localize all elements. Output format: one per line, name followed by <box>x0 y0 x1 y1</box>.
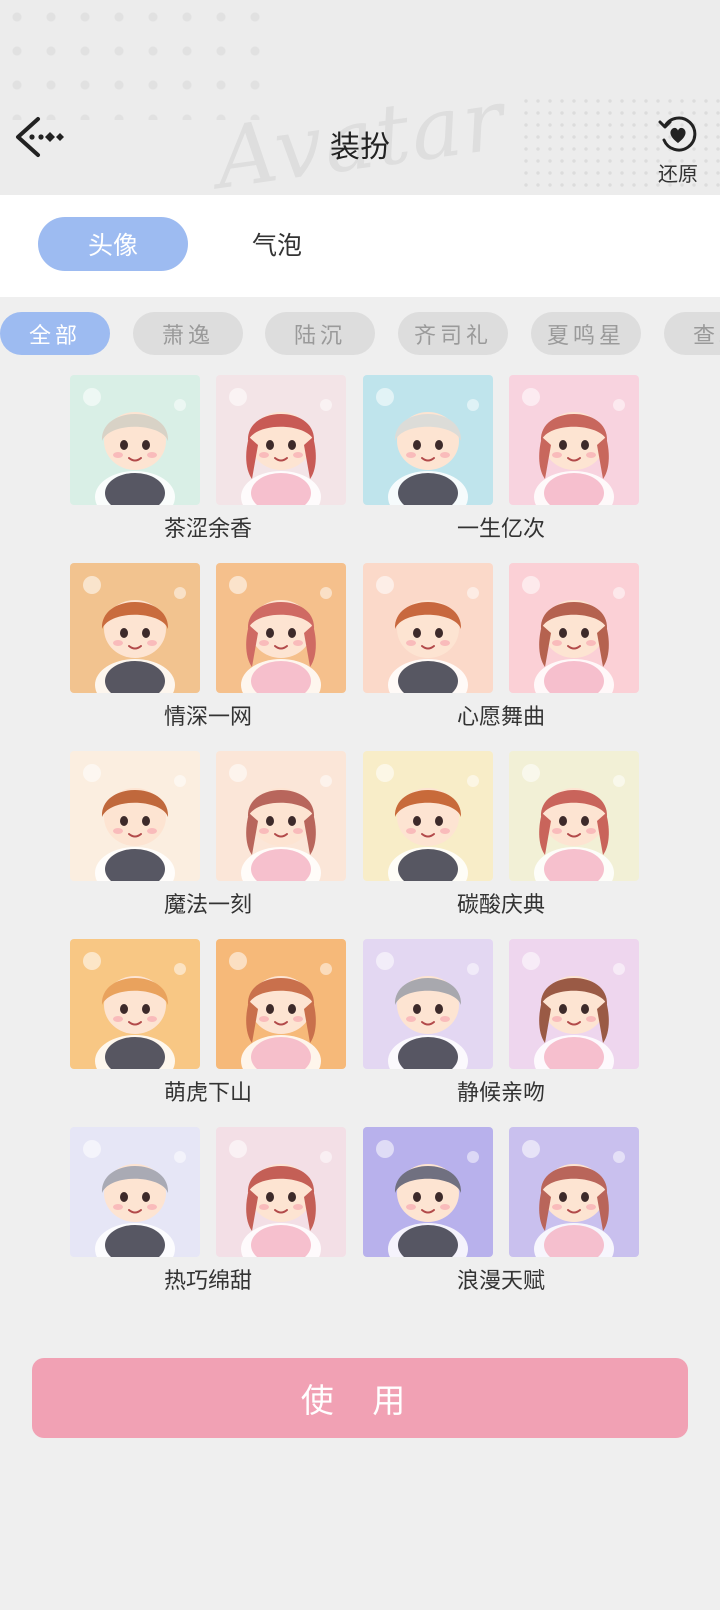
chibi-avatar-illustration <box>509 375 639 505</box>
avatar-thumbnail-male[interactable] <box>70 751 200 881</box>
chibi-avatar-illustration <box>216 563 346 693</box>
chibi-avatar-illustration <box>363 939 493 1069</box>
avatar-thumbnail-female[interactable] <box>509 939 639 1069</box>
chip-xiaoyi[interactable]: 萧逸 <box>133 312 243 355</box>
use-button[interactable]: 使 用 <box>32 1358 688 1438</box>
chibi-avatar-illustration <box>509 563 639 693</box>
chibi-avatar-illustration <box>70 1127 200 1257</box>
avatar-thumbnail-female[interactable] <box>216 751 346 881</box>
avatar-set-item[interactable]: 热巧绵甜 <box>70 1127 360 1302</box>
avatar-set-name: 碳酸庆典 <box>456 893 545 918</box>
avatar-set-item[interactable]: 情深一网 <box>70 563 360 738</box>
avatar-set-name: 心愿舞曲 <box>456 705 545 730</box>
chibi-avatar-illustration <box>70 751 200 881</box>
avatar-thumbnail-female[interactable] <box>509 1127 639 1257</box>
avatar-set-name: 情深一网 <box>163 705 252 730</box>
avatar-thumbnail-female[interactable] <box>509 375 639 505</box>
tab-bubble[interactable]: 气泡 <box>202 217 352 271</box>
chibi-avatar-illustration <box>216 375 346 505</box>
main-tab-bar: 头像 气泡 <box>0 195 720 297</box>
chibi-avatar-illustration <box>70 375 200 505</box>
header-star-pattern <box>0 0 260 120</box>
avatar-set-name: 浪漫天赋 <box>456 1269 545 1294</box>
avatar-thumbnail-male[interactable] <box>363 1127 493 1257</box>
avatar-thumbnail-male[interactable] <box>363 939 493 1069</box>
avatar-set-item[interactable]: 静候亲吻 <box>363 939 653 1114</box>
avatar-thumbnail-female[interactable] <box>216 1127 346 1257</box>
avatar-thumbnail-male[interactable] <box>363 751 493 881</box>
restore-label: 还原 <box>658 162 698 186</box>
chip-chali[interactable]: 查理 <box>664 312 720 355</box>
chibi-avatar-illustration <box>70 563 200 693</box>
avatar-set-item[interactable]: 一生亿次 <box>363 375 653 550</box>
tab-avatar[interactable]: 头像 <box>38 217 188 271</box>
chibi-avatar-illustration <box>363 751 493 881</box>
avatar-thumbnail-female[interactable] <box>216 939 346 1069</box>
avatar-thumbnail-male[interactable] <box>70 1127 200 1257</box>
chibi-avatar-illustration <box>509 1127 639 1257</box>
chibi-avatar-illustration <box>216 939 346 1069</box>
avatar-thumbnail-male[interactable] <box>70 375 200 505</box>
avatar-set-name: 萌虎下山 <box>163 1081 252 1106</box>
chibi-avatar-illustration <box>216 751 346 881</box>
avatar-thumbnail-male[interactable] <box>70 563 200 693</box>
chip-luchen[interactable]: 陆沉 <box>265 312 375 355</box>
chibi-avatar-illustration <box>509 939 639 1069</box>
chibi-avatar-illustration <box>509 751 639 881</box>
avatar-thumbnail-male[interactable] <box>363 375 493 505</box>
avatar-thumbnail-male[interactable] <box>363 563 493 693</box>
avatar-set-name: 魔法一刻 <box>163 893 252 918</box>
chibi-avatar-illustration <box>216 1127 346 1257</box>
avatar-thumbnail-female[interactable] <box>509 751 639 881</box>
chip-qisili[interactable]: 齐司礼 <box>398 312 508 355</box>
restore-button[interactable]: 还原 <box>648 112 708 187</box>
chibi-avatar-illustration <box>70 939 200 1069</box>
avatar-set-name: 静候亲吻 <box>456 1081 545 1106</box>
avatar-set-item[interactable]: 心愿舞曲 <box>363 563 653 738</box>
heart-restore-icon <box>658 116 697 152</box>
chip-xiamingxing[interactable]: 夏鸣星 <box>531 312 641 355</box>
avatar-set-item[interactable]: 茶涩余香 <box>70 375 360 550</box>
avatar-set-name: 热巧绵甜 <box>163 1269 252 1294</box>
character-filter-bar: 全部 萧逸 陆沉 齐司礼 夏鸣星 查理 <box>0 312 720 358</box>
page-title: 装扮 <box>330 130 390 165</box>
chibi-avatar-illustration <box>363 375 493 505</box>
chip-all[interactable]: 全部 <box>0 312 110 355</box>
avatar-set-item[interactable]: 魔法一刻 <box>70 751 360 926</box>
avatar-thumbnail-female[interactable] <box>509 563 639 693</box>
avatar-set-item[interactable]: 浪漫天赋 <box>363 1127 653 1302</box>
chibi-avatar-illustration <box>363 563 493 693</box>
avatar-set-name: 茶涩余香 <box>163 517 252 542</box>
avatar-set-name: 一生亿次 <box>456 517 545 542</box>
avatar-thumbnail-male[interactable] <box>70 939 200 1069</box>
avatar-set-item[interactable]: 萌虎下山 <box>70 939 360 1114</box>
header-bar: Avatar 装扮 还原 <box>0 0 720 195</box>
chibi-avatar-illustration <box>363 1127 493 1257</box>
avatar-thumbnail-female[interactable] <box>216 375 346 505</box>
avatar-set-item[interactable]: 碳酸庆典 <box>363 751 653 926</box>
avatar-thumbnail-female[interactable] <box>216 563 346 693</box>
